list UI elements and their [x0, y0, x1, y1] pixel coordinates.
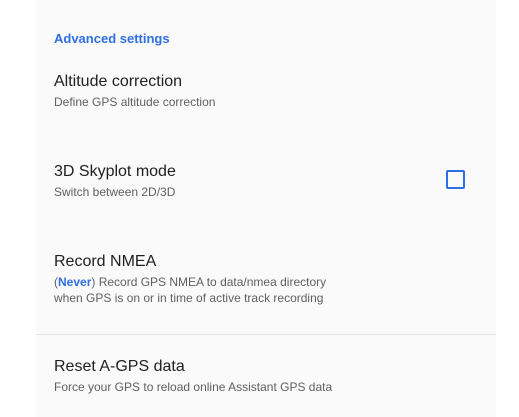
pref-title: 3D Skyplot mode: [54, 163, 176, 180]
summary-suffix: ) Record GPS NMEA to data/nmea directory: [91, 275, 327, 289]
divider: [36, 334, 496, 335]
section-header-advanced: Advanced settings: [54, 31, 170, 46]
skyplot-checkbox[interactable]: [446, 170, 465, 189]
pref-record-nmea[interactable]: Record NMEA (Never) Record GPS NMEA to d…: [54, 252, 476, 306]
settings-panel: Advanced settings Altitude correction De…: [36, 0, 496, 417]
pref-reset-agps[interactable]: Reset A-GPS data Force your GPS to reloa…: [54, 357, 476, 395]
pref-title: Altitude correction: [54, 73, 183, 90]
pref-summary: Force your GPS to reload online Assistan…: [54, 380, 333, 394]
pref-skyplot-mode[interactable]: 3D Skyplot mode Switch between 2D/3D: [54, 162, 476, 200]
pref-title: Reset A-GPS data: [54, 358, 185, 375]
pref-summary: (Never) Record GPS NMEA to data/nmea dir…: [54, 274, 476, 306]
pref-altitude-correction[interactable]: Altitude correction Define GPS altitude …: [54, 72, 476, 110]
nmea-mode-value: Never: [58, 275, 92, 289]
pref-summary: Switch between 2D/3D: [54, 185, 176, 199]
pref-summary: Define GPS altitude correction: [54, 95, 216, 109]
pref-title: Record NMEA: [54, 253, 157, 270]
summary-line2: when GPS is on or in time of active trac…: [54, 291, 324, 305]
